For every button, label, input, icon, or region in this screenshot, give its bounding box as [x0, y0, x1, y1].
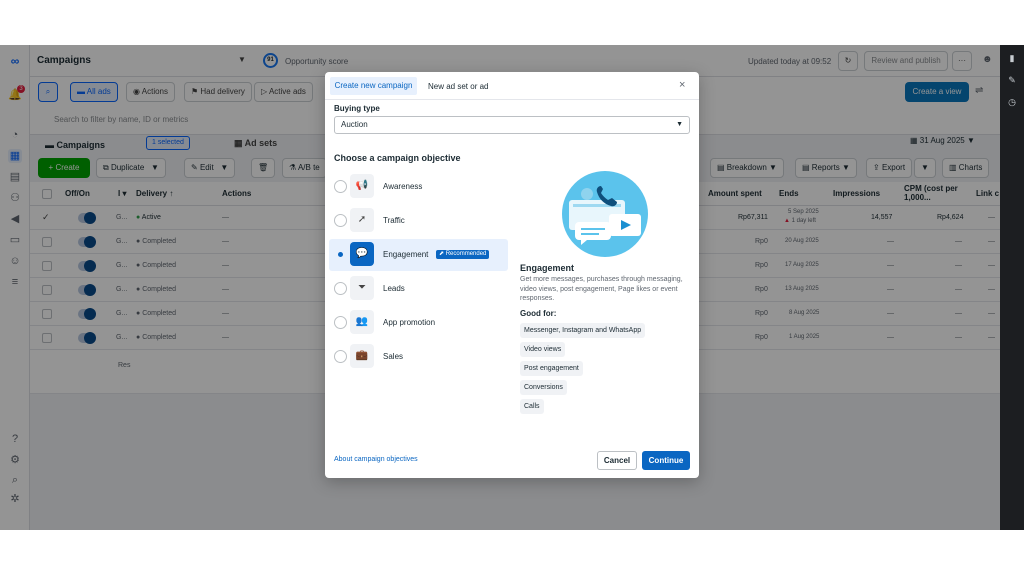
objective-awareness[interactable]: 📢 Awareness	[329, 171, 508, 203]
objective-label: Traffic	[383, 216, 405, 225]
objective-radio[interactable]	[334, 316, 347, 329]
objective-label: Awareness	[383, 182, 423, 191]
objective-traffic[interactable]: ➚ Traffic	[329, 205, 508, 237]
recommended-badge: ⬈ Recommended	[436, 250, 490, 259]
objective-heading: Choose a campaign objective	[334, 153, 461, 163]
buying-type-label: Buying type	[334, 104, 380, 113]
divider	[325, 99, 699, 100]
objective-detail-description: Get more messages, purchases through mes…	[520, 276, 683, 302]
objective-detail-title: Engagement	[520, 263, 575, 273]
people-icon: 👥	[350, 310, 374, 334]
good-for-chip: Conversions	[520, 380, 567, 395]
objective-label: App promotion	[383, 318, 436, 327]
objective-app-promotion[interactable]: 👥 App promotion	[329, 307, 508, 339]
objective-engagement[interactable]: 💬 Engagement ⬈ Recommended	[329, 239, 508, 271]
cursor-icon: ➚	[350, 208, 374, 232]
tab-new-ad-set-or-ad[interactable]: New ad set or ad	[428, 82, 488, 91]
create-campaign-dialog: Create new campaign New ad set or ad × B…	[325, 72, 699, 478]
funnel-icon: ⏷	[350, 276, 374, 300]
objective-sales[interactable]: 💼 Sales	[329, 341, 508, 373]
good-for-chip: Post engagement	[520, 361, 583, 376]
objective-label: Sales	[383, 352, 404, 361]
buying-type-value: Auction	[341, 120, 368, 129]
objective-radio[interactable]	[334, 282, 347, 295]
recommended-label: Recommended	[445, 251, 487, 257]
objective-radio[interactable]	[334, 248, 347, 261]
good-for-heading: Good for:	[520, 309, 557, 318]
history-icon[interactable]: ◷	[1006, 97, 1018, 109]
good-for-chip: Calls	[520, 399, 544, 414]
close-icon[interactable]: ×	[679, 79, 685, 91]
objective-label: Engagement	[383, 250, 429, 259]
briefcase-icon: 💼	[350, 344, 374, 368]
cancel-button[interactable]: Cancel	[597, 451, 637, 470]
objective-radio[interactable]	[334, 180, 347, 193]
chat-bubbles-icon: 💬	[350, 242, 374, 266]
objective-radio[interactable]	[334, 350, 347, 363]
objective-label: Leads	[383, 284, 405, 293]
chart-icon[interactable]: ▮	[1006, 53, 1018, 65]
chevron-down-icon: ▼	[676, 121, 683, 128]
tab-create-new-campaign[interactable]: Create new campaign	[330, 77, 417, 95]
engagement-illustration	[562, 171, 648, 257]
megaphone-icon: 📢	[350, 174, 374, 198]
objective-leads[interactable]: ⏷ Leads	[329, 273, 508, 305]
good-for-chip: Video views	[520, 342, 566, 357]
pencil-icon[interactable]: ✎	[1006, 75, 1018, 87]
objective-radio[interactable]	[334, 214, 347, 227]
good-for-chip: Messenger, Instagram and WhatsApp	[520, 323, 646, 338]
right-rail: ▮ ✎ ◷	[1000, 45, 1024, 530]
buying-type-select[interactable]: Auction ▼	[334, 116, 690, 134]
about-objectives-link[interactable]: About campaign objectives	[334, 456, 418, 463]
continue-button[interactable]: Continue	[642, 451, 690, 470]
